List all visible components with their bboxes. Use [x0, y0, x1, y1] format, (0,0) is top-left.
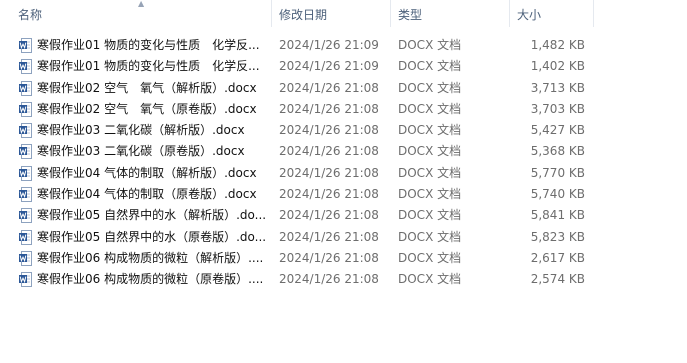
column-divider[interactable] [390, 0, 391, 27]
column-header-type[interactable]: 类型 [398, 0, 422, 27]
file-modified-date: 2024/1/26 21:08 [279, 80, 379, 95]
word-doc-icon [19, 208, 32, 224]
file-list: 寒假作业01 物质的变化与性质 化学反... 2024/1/26 21:09 DOC… [0, 35, 687, 291]
file-type: DOCX 文档 [398, 208, 462, 223]
file-row[interactable]: 寒假作业06 构成物质的微粒（解析版）.... 2024/1/26 21:08 DO… [0, 248, 687, 269]
file-type: DOCX 文档 [398, 80, 462, 95]
file-size: 1,402 KB [530, 59, 585, 74]
file-name: 寒假作业04 气体的制取（原卷版）.docx [37, 187, 257, 202]
file-explorer-details-view: ▲ 名称 修改日期 类型 大小 寒假作业01 物质的变化与性质 化学反... 20… [0, 0, 687, 363]
file-type: DOCX 文档 [398, 101, 462, 116]
file-row[interactable]: 寒假作业05 自然界中的水（解析版）.do... 2024/1/26 21:08 D… [0, 205, 687, 226]
file-modified-date: 2024/1/26 21:08 [279, 272, 379, 287]
file-type: DOCX 文档 [398, 59, 462, 74]
file-type: DOCX 文档 [398, 123, 462, 138]
file-name: 寒假作业05 自然界中的水（原卷版）.do... [37, 229, 267, 244]
file-type: DOCX 文档 [398, 38, 462, 52]
word-doc-icon [19, 38, 32, 53]
word-doc-icon [19, 123, 32, 139]
column-header-bar: ▲ 名称 修改日期 类型 大小 [0, 0, 687, 27]
word-doc-icon [19, 229, 32, 245]
file-modified-date: 2024/1/26 21:08 [279, 101, 379, 116]
file-row[interactable]: 寒假作业05 自然界中的水（原卷版）.do... 2024/1/26 21:08 D… [0, 227, 687, 248]
column-header-name[interactable]: 名称 [18, 0, 42, 27]
file-modified-date: 2024/1/26 21:09 [279, 38, 379, 52]
file-size: 5,823 KB [530, 229, 585, 244]
file-name: 寒假作业02 空气 氧气（原卷版）.docx [37, 101, 257, 116]
file-modified-date: 2024/1/26 21:08 [279, 123, 379, 138]
word-doc-icon [19, 144, 32, 160]
file-row[interactable]: 寒假作业04 气体的制取（解析版）.docx 2024/1/26 21:08 DOC… [0, 163, 687, 184]
file-modified-date: 2024/1/26 21:09 [279, 59, 379, 74]
file-size: 1,482 KB [530, 38, 585, 52]
column-divider[interactable] [509, 0, 510, 27]
column-header-size[interactable]: 大小 [517, 0, 541, 27]
file-name: 寒假作业06 构成物质的微粒（解析版）.... [37, 250, 264, 265]
file-size: 5,368 KB [530, 144, 585, 159]
file-row[interactable]: 寒假作业02 空气 氧气（原卷版）.docx 2024/1/26 21:08 DOC… [0, 99, 687, 120]
column-header-date[interactable]: 修改日期 [279, 0, 327, 27]
sort-ascending-icon: ▲ [138, 0, 145, 8]
file-row[interactable]: 寒假作业02 空气 氧气（解析版）.docx 2024/1/26 21:08 DOC… [0, 78, 687, 99]
file-name: 寒假作业01 物质的变化与性质 化学反... [37, 38, 260, 52]
file-type: DOCX 文档 [398, 250, 462, 265]
word-doc-icon [19, 80, 32, 96]
file-row[interactable]: 寒假作业06 构成物质的微粒（原卷版）.... 2024/1/26 21:08 DO… [0, 269, 687, 290]
file-type: DOCX 文档 [398, 165, 462, 180]
column-divider[interactable] [271, 0, 272, 27]
file-size: 5,427 KB [530, 123, 585, 138]
file-type: DOCX 文档 [398, 272, 462, 287]
file-size: 5,841 KB [530, 208, 585, 223]
file-name: 寒假作业05 自然界中的水（解析版）.do... [37, 208, 267, 223]
file-modified-date: 2024/1/26 21:08 [279, 144, 379, 159]
file-modified-date: 2024/1/26 21:08 [279, 229, 379, 244]
file-type: DOCX 文档 [398, 229, 462, 244]
file-modified-date: 2024/1/26 21:08 [279, 250, 379, 265]
file-name: 寒假作业03 二氧化碳（解析版）.docx [37, 123, 245, 138]
file-modified-date: 2024/1/26 21:08 [279, 208, 379, 223]
file-name: 寒假作业02 空气 氧气（解析版）.docx [37, 80, 257, 95]
word-doc-icon [19, 187, 32, 203]
word-doc-icon [19, 272, 32, 288]
file-size: 2,574 KB [530, 272, 585, 287]
word-doc-icon [19, 101, 32, 117]
file-name: 寒假作业03 二氧化碳（原卷版）.docx [37, 144, 245, 159]
word-doc-icon [19, 165, 32, 181]
file-size: 5,770 KB [530, 165, 585, 180]
word-doc-icon [19, 59, 32, 75]
file-row[interactable]: 寒假作业01 物质的变化与性质 化学反... 2024/1/26 21:09 DOC… [0, 35, 687, 56]
file-modified-date: 2024/1/26 21:08 [279, 187, 379, 202]
file-row[interactable]: 寒假作业04 气体的制取（原卷版）.docx 2024/1/26 21:08 DOC… [0, 184, 687, 205]
word-doc-icon [19, 250, 32, 266]
file-modified-date: 2024/1/26 21:08 [279, 165, 379, 180]
file-size: 5,740 KB [530, 187, 585, 202]
file-name: 寒假作业04 气体的制取（解析版）.docx [37, 165, 257, 180]
file-type: DOCX 文档 [398, 187, 462, 202]
file-type: DOCX 文档 [398, 144, 462, 159]
file-name: 寒假作业01 物质的变化与性质 化学反... [37, 59, 260, 74]
file-row[interactable]: 寒假作业01 物质的变化与性质 化学反... 2024/1/26 21:09 DOC… [0, 56, 687, 77]
file-size: 3,713 KB [530, 80, 585, 95]
file-size: 3,703 KB [530, 101, 585, 116]
file-name: 寒假作业06 构成物质的微粒（原卷版）.... [37, 272, 264, 287]
column-divider[interactable] [593, 0, 594, 27]
file-row[interactable]: 寒假作业03 二氧化碳（解析版）.docx 2024/1/26 21:08 DOCX… [0, 120, 687, 141]
file-row[interactable]: 寒假作业03 二氧化碳（原卷版）.docx 2024/1/26 21:08 DOCX… [0, 141, 687, 162]
file-size: 2,617 KB [530, 250, 585, 265]
